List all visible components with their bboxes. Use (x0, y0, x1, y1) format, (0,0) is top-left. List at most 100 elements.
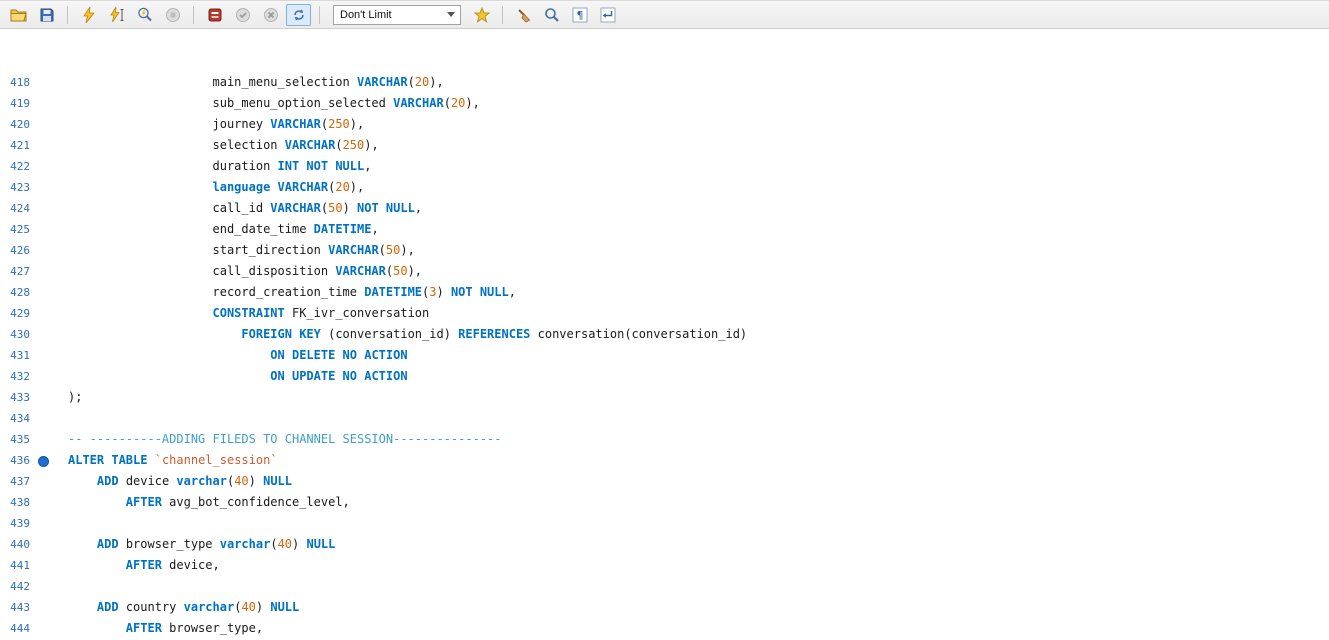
line-number: 418 (0, 72, 36, 93)
code-line[interactable]: 439 (0, 513, 1329, 534)
line-number: 425 (0, 219, 36, 240)
commit-check-icon (235, 7, 251, 23)
code-line[interactable]: 443 ADD country varchar(40) NULL (0, 597, 1329, 618)
line-number: 441 (0, 555, 36, 576)
execute-button[interactable] (76, 4, 101, 26)
code-text: CONSTRAINT FK_ivr_conversation (50, 303, 1329, 324)
marker-margin (36, 534, 50, 555)
marker-margin (36, 492, 50, 513)
row-limit-dropdown[interactable]: Don't Limit (333, 5, 461, 25)
execute-current-statement-button[interactable] (104, 4, 129, 26)
code-line[interactable]: 428 record_creation_time DATETIME(3) NOT… (0, 282, 1329, 303)
toggle-wrapping-button[interactable] (595, 4, 620, 26)
save-icon (39, 7, 55, 23)
open-script-button[interactable] (6, 4, 31, 26)
stop-icon (165, 7, 181, 23)
code-line[interactable]: 422 duration INT NOT NULL, (0, 156, 1329, 177)
code-line[interactable]: 423 language VARCHAR(20), (0, 177, 1329, 198)
code-line[interactable]: 418 main_menu_selection VARCHAR(20), (0, 72, 1329, 93)
toggle-autocommit-button[interactable] (286, 4, 311, 26)
code-line[interactable]: 441 AFTER device, (0, 555, 1329, 576)
code-text: FOREIGN KEY (conversation_id) REFERENCES… (50, 324, 1329, 345)
statement-marker (36, 450, 50, 471)
marker-margin (36, 471, 50, 492)
line-number: 439 (0, 513, 36, 534)
commit-button[interactable] (230, 4, 255, 26)
code-line[interactable]: 430 FOREIGN KEY (conversation_id) REFERE… (0, 324, 1329, 345)
code-text: journey VARCHAR(250), (50, 114, 1329, 135)
code-line[interactable]: 442 (0, 576, 1329, 597)
code-text: language VARCHAR(20), (50, 177, 1329, 198)
marker-margin (36, 177, 50, 198)
save-script-button[interactable] (34, 4, 59, 26)
code-line[interactable]: 424 call_id VARCHAR(50) NOT NULL, (0, 198, 1329, 219)
marker-margin (36, 198, 50, 219)
find-button[interactable] (539, 4, 564, 26)
code-line[interactable]: 426 start_direction VARCHAR(50), (0, 240, 1329, 261)
code-line[interactable]: 419 sub_menu_option_selected VARCHAR(20)… (0, 93, 1329, 114)
beautify-button[interactable] (511, 4, 536, 26)
sql-editor-toolbar: Don't Limit ¶ (0, 1, 1329, 29)
pilcrow-icon: ¶ (572, 7, 588, 23)
marker-margin (36, 324, 50, 345)
marker-margin (36, 93, 50, 114)
marker-margin (36, 135, 50, 156)
code-text: end_date_time DATETIME, (50, 219, 1329, 240)
line-number: 420 (0, 114, 36, 135)
rollback-button[interactable] (258, 4, 283, 26)
toolbar-separator (319, 6, 320, 24)
code-line[interactable]: 437 ADD device varchar(40) NULL (0, 471, 1329, 492)
chevron-down-icon (447, 12, 455, 17)
code-line[interactable]: 432 ON UPDATE NO ACTION (0, 366, 1329, 387)
code-text: record_creation_time DATETIME(3) NOT NUL… (50, 282, 1329, 303)
code-line[interactable]: 421 selection VARCHAR(250), (0, 135, 1329, 156)
toggle-invisible-characters-button[interactable]: ¶ (567, 4, 592, 26)
code-text: ADD country varchar(40) NULL (50, 597, 1329, 618)
open-folder-icon (10, 7, 28, 23)
line-number: 432 (0, 366, 36, 387)
code-line[interactable]: 444 AFTER browser_type, (0, 618, 1329, 639)
code-line[interactable]: 427 call_disposition VARCHAR(50), (0, 261, 1329, 282)
marker-margin (36, 114, 50, 135)
toolbar-separator (193, 6, 194, 24)
execute-current-icon (109, 7, 125, 23)
toggle-stop-on-error-button[interactable] (202, 4, 227, 26)
save-snippet-button[interactable] (469, 4, 494, 26)
code-area: 418 main_menu_selection VARCHAR(20),419 … (0, 72, 1329, 640)
marker-margin (36, 576, 50, 597)
svg-text:¶: ¶ (576, 9, 583, 22)
marker-margin (36, 618, 50, 639)
code-text: call_id VARCHAR(50) NOT NULL, (50, 198, 1329, 219)
code-line[interactable]: 435-- ----------ADDING FILEDS TO CHANNEL… (0, 429, 1329, 450)
code-line[interactable]: 431 ON DELETE NO ACTION (0, 345, 1329, 366)
stop-button[interactable] (160, 4, 185, 26)
toolbar-separator (67, 6, 68, 24)
row-limit-value: Don't Limit (340, 9, 392, 21)
sql-code-editor[interactable]: 418 main_menu_selection VARCHAR(20),419 … (0, 30, 1329, 640)
marker-margin (36, 366, 50, 387)
autocommit-icon (291, 7, 307, 23)
explain-magnifier-icon (137, 7, 153, 23)
code-line[interactable]: 438 AFTER avg_bot_confidence_level, (0, 492, 1329, 513)
code-line[interactable]: 429 CONSTRAINT FK_ivr_conversation (0, 303, 1329, 324)
marker-margin (36, 261, 50, 282)
marker-margin (36, 513, 50, 534)
code-line[interactable]: 440 ADD browser_type varchar(40) NULL (0, 534, 1329, 555)
code-line[interactable]: 425 end_date_time DATETIME, (0, 219, 1329, 240)
marker-margin (36, 429, 50, 450)
code-line[interactable]: 433); (0, 387, 1329, 408)
code-text: duration INT NOT NULL, (50, 156, 1329, 177)
line-number: 435 (0, 429, 36, 450)
marker-margin (36, 555, 50, 576)
code-text: ); (50, 387, 1329, 408)
execute-lightning-icon (81, 7, 97, 23)
explain-button[interactable] (132, 4, 157, 26)
code-text: sub_menu_option_selected VARCHAR(20), (50, 93, 1329, 114)
rollback-x-icon (263, 7, 279, 23)
code-line[interactable]: 434 (0, 408, 1329, 429)
code-line[interactable]: 420 journey VARCHAR(250), (0, 114, 1329, 135)
line-number: 438 (0, 492, 36, 513)
code-line[interactable]: 436ALTER TABLE `channel_session` (0, 450, 1329, 471)
marker-margin (36, 156, 50, 177)
code-text: ON UPDATE NO ACTION (50, 366, 1329, 387)
